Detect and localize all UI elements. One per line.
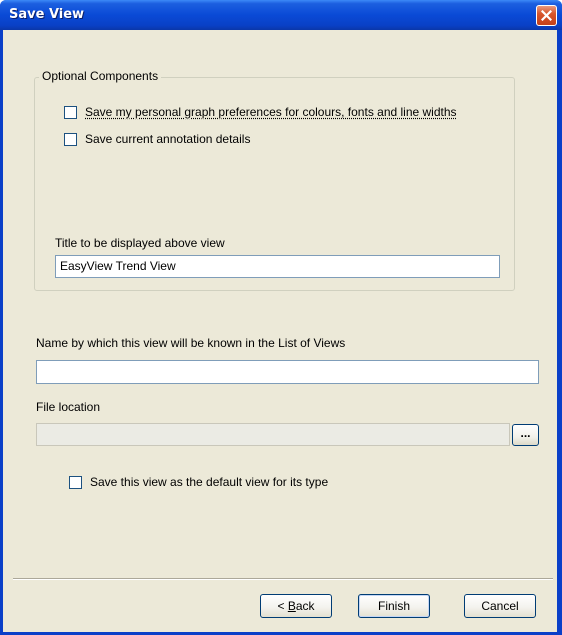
graph-prefs-checkbox-row[interactable]: Save my personal graph preferences for c… — [64, 105, 457, 119]
button-separator — [13, 578, 553, 580]
annotation-checkbox[interactable] — [64, 132, 77, 146]
view-name-label: Name by which this view will be known in… — [36, 336, 346, 350]
graph-prefs-checkbox-label[interactable]: Save my personal graph preferences for c… — [85, 105, 457, 119]
back-button-label: ack — [295, 599, 315, 613]
file-location-label: File location — [36, 400, 101, 414]
back-button-mnemonic: B — [287, 599, 296, 613]
close-icon — [541, 10, 552, 21]
cancel-button[interactable]: Cancel — [464, 594, 536, 618]
dialog-body: Optional Components Save my personal gra… — [3, 30, 557, 632]
file-location-input — [36, 423, 510, 446]
browse-button[interactable]: ... — [512, 424, 539, 446]
close-button[interactable] — [536, 5, 557, 26]
back-button[interactable]: < Back — [260, 594, 332, 618]
finish-button[interactable]: Finish — [358, 594, 430, 618]
title-bar[interactable]: Save View — [0, 0, 562, 30]
back-button-prefix: < — [277, 599, 288, 613]
default-view-checkbox[interactable] — [69, 475, 82, 489]
save-view-dialog: Save View Optional Components Save my pe… — [0, 0, 562, 635]
window-title: Save View — [9, 7, 85, 22]
annotation-checkbox-row[interactable]: Save current annotation details — [64, 132, 250, 146]
view-title-label: Title to be displayed above view — [55, 236, 225, 250]
graph-prefs-checkbox[interactable] — [64, 105, 77, 119]
default-view-checkbox-row[interactable]: Save this view as the default view for i… — [69, 475, 328, 489]
view-name-input[interactable] — [36, 360, 539, 384]
annotation-checkbox-label[interactable]: Save current annotation details — [85, 132, 250, 146]
view-title-input[interactable]: EasyView Trend View — [55, 255, 500, 278]
default-view-checkbox-label[interactable]: Save this view as the default view for i… — [90, 475, 328, 489]
optional-components-legend: Optional Components — [39, 69, 162, 83]
